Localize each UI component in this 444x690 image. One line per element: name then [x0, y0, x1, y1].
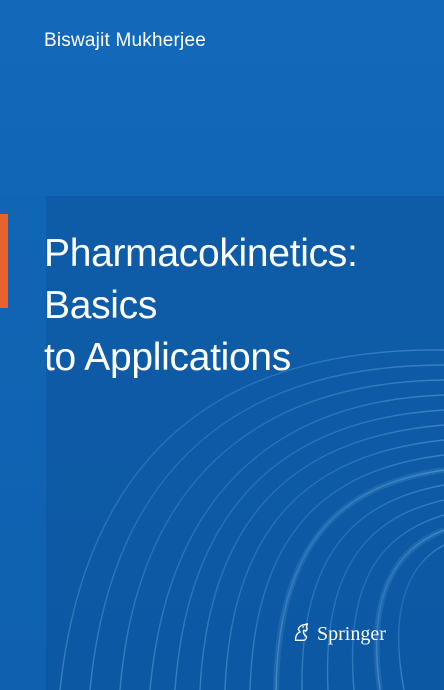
accent-bar: [0, 214, 8, 308]
book-title-line-3: to Applications: [44, 336, 292, 379]
publisher-name: Springer: [317, 623, 386, 645]
book-title-line-1: Pharmacokinetics:: [44, 232, 358, 275]
publisher: Springer: [290, 621, 386, 648]
book-cover: Biswajit Mukherjee Pharmacokinetics: Bas…: [0, 0, 444, 690]
springer-horse-icon: [290, 621, 312, 648]
author-name: Biswajit Mukherjee: [44, 30, 206, 51]
book-title: Pharmacokinetics: Basics to Applications: [44, 228, 358, 384]
book-title-line-2: Basics: [44, 284, 158, 327]
